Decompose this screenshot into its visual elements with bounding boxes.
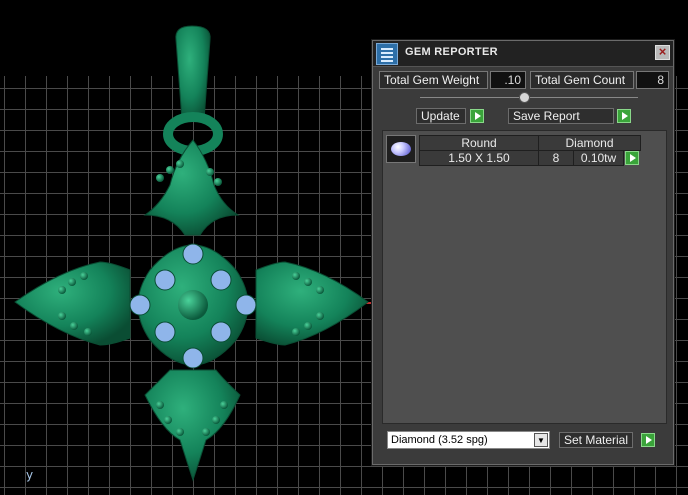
slider-thumb[interactable] xyxy=(519,92,530,103)
gem-row-go-icon[interactable] xyxy=(625,151,639,165)
panel-title: GEM REPORTER xyxy=(405,46,498,58)
set-material-go-icon[interactable] xyxy=(641,433,655,447)
round-diamond-icon[interactable] xyxy=(386,135,416,163)
gem-material: Diamond xyxy=(538,135,641,151)
material-select-value: Diamond (3.52 spg) xyxy=(391,434,488,446)
gem-list: Round Diamond 1.50 X 1.50 8 0.10tw xyxy=(382,130,667,424)
total-gem-count-label: Total Gem Count xyxy=(530,71,634,89)
gem-size: 1.50 X 1.50 xyxy=(419,150,539,166)
gem-count: 8 xyxy=(538,150,574,166)
total-gem-weight-value: .10 xyxy=(490,71,526,89)
total-gem-weight-label: Total Gem Weight xyxy=(379,71,488,89)
total-gem-count-value: 8 xyxy=(636,71,669,89)
gem-weight: 0.10tw xyxy=(573,150,624,166)
update-go-icon[interactable] xyxy=(470,109,484,123)
gem-shape: Round xyxy=(419,135,539,151)
set-material-button[interactable]: Set Material xyxy=(559,432,634,448)
update-button[interactable]: Update xyxy=(416,108,466,124)
save-report-button[interactable]: Save Report xyxy=(508,108,614,124)
close-icon[interactable]: × xyxy=(655,45,670,60)
save-report-go-icon[interactable] xyxy=(617,109,631,123)
gem-reporter-icon xyxy=(376,43,398,65)
gem-reporter-panel: GEM REPORTER × Total Gem Weight .10 Tota… xyxy=(372,40,674,465)
panel-titlebar[interactable]: GEM REPORTER × xyxy=(373,41,673,67)
chevron-down-icon[interactable]: ▼ xyxy=(534,433,548,447)
material-select[interactable]: Diamond (3.52 spg) ▼ xyxy=(387,431,550,449)
